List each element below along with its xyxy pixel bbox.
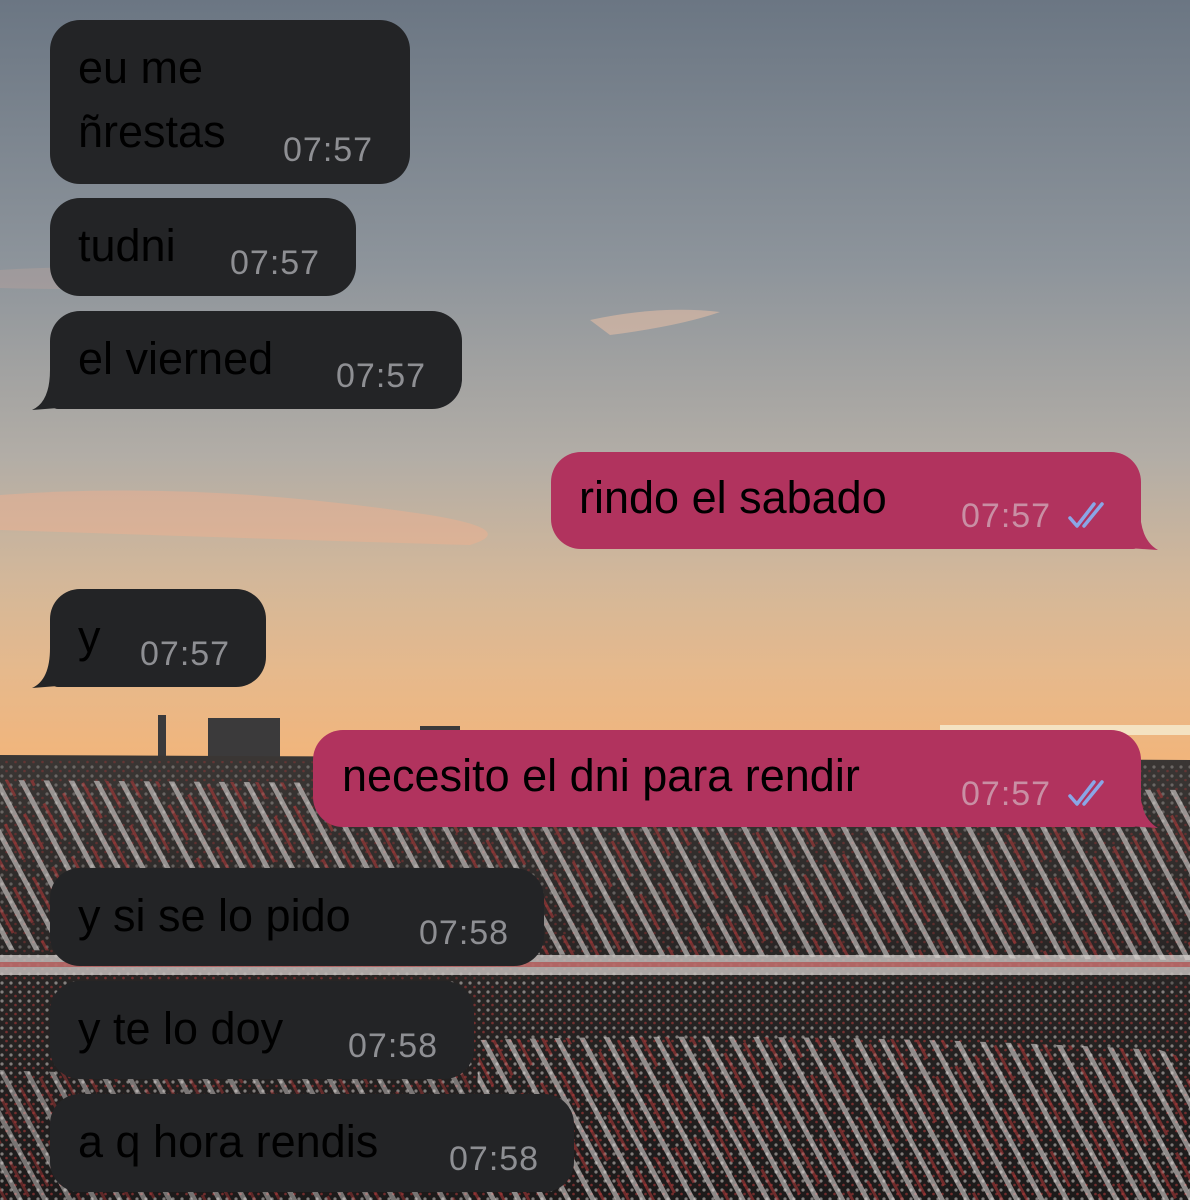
message-text: el vierned (78, 333, 274, 384)
message-text: necesito el dni para rendir (342, 750, 860, 801)
message-time: 07:57 (961, 497, 1052, 535)
message-time: 07:57 (230, 244, 321, 282)
message-text: eu me ñrestas (78, 42, 226, 157)
message-time: 07:57 (283, 131, 374, 169)
message-text: y si se lo pido (78, 890, 351, 941)
message-time: 07:58 (419, 914, 510, 952)
message-time: 07:57 (336, 357, 427, 395)
message-text: a q hora rendis (78, 1116, 379, 1167)
double-check-read-icon (1068, 780, 1104, 806)
message-text: rindo el sabado (579, 472, 887, 523)
message-time: 07:57 (961, 775, 1052, 813)
message-text: tudni (78, 220, 176, 271)
message-time: 07:58 (348, 1027, 439, 1065)
message-text: y te lo doy (78, 1003, 284, 1054)
message-time: 07:57 (140, 635, 231, 673)
double-check-read-icon (1068, 502, 1104, 528)
message-time: 07:58 (449, 1140, 540, 1178)
message-text: y (78, 611, 101, 662)
